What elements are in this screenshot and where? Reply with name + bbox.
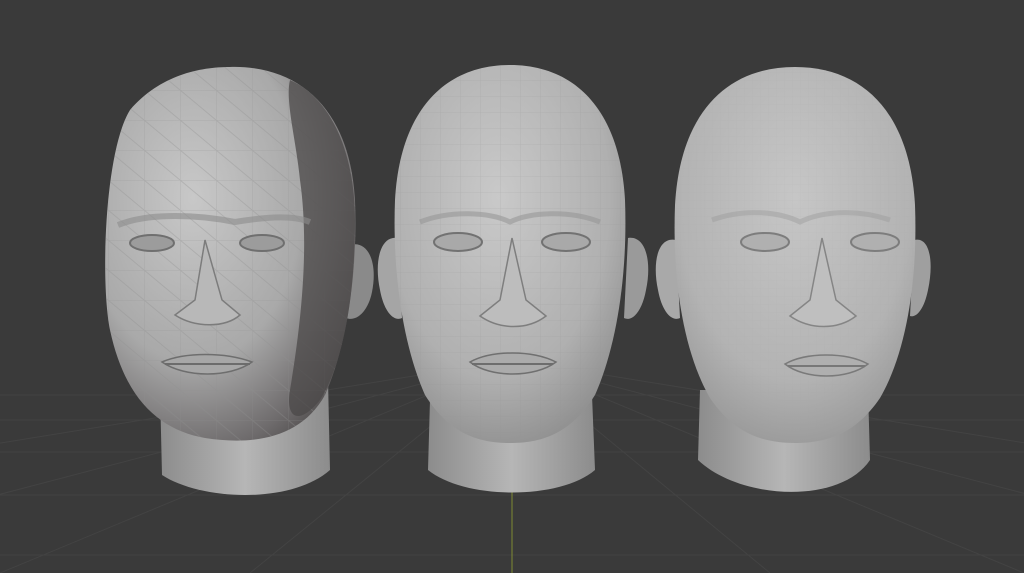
low-poly-head[interactable] (105, 66, 374, 495)
left-eye (433, 232, 483, 252)
right-eye (541, 232, 591, 252)
left-eye (129, 234, 175, 252)
medium-poly-head[interactable] (377, 65, 649, 493)
right-ear (624, 237, 649, 319)
viewport-canvas[interactable] (0, 0, 1024, 573)
subdivided-head[interactable] (655, 67, 931, 492)
right-eye (850, 232, 900, 252)
left-eye (740, 232, 790, 252)
right-eye (239, 234, 285, 252)
3d-viewport[interactable] (0, 0, 1024, 573)
